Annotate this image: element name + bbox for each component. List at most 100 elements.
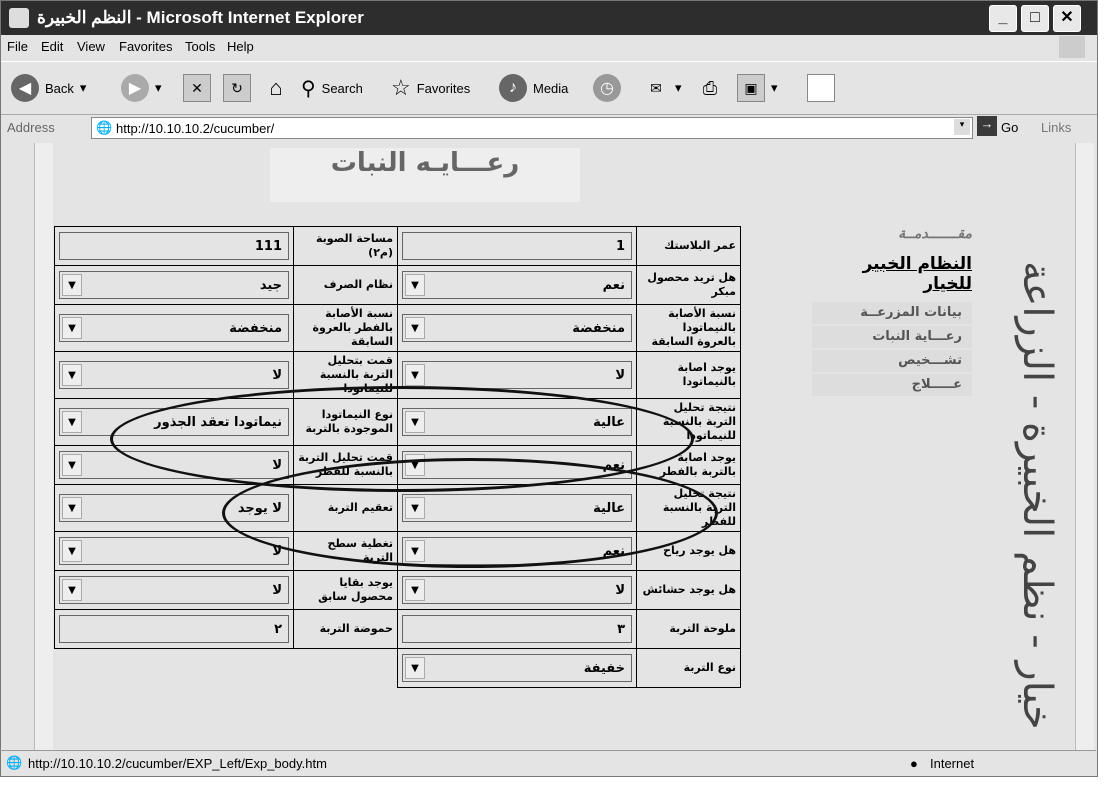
status-zone: Internet xyxy=(930,756,975,771)
field-value: لا xyxy=(615,367,625,383)
forward-button[interactable]: ▶ ▾ xyxy=(121,72,162,104)
field-value: جيد xyxy=(259,277,282,293)
sidebar-item-diagnosis[interactable]: تشـــخيص xyxy=(812,350,972,372)
field-label: يوجد اصابة بالنيماتودا xyxy=(636,351,741,399)
value-cell: لا ▼ xyxy=(397,570,637,610)
sidebar-item-plant-care[interactable]: رعـــاية النبات xyxy=(812,326,972,348)
field-value: لا xyxy=(615,582,625,598)
dropdown-arrow-icon[interactable]: ▼ xyxy=(62,317,82,339)
back-label: Back xyxy=(45,80,74,96)
dropdown-icon: ▾ xyxy=(771,80,778,95)
field-label xyxy=(294,649,398,688)
field-select[interactable]: جيد ▼ xyxy=(59,271,289,299)
field-select[interactable]: خفيفة ▼ xyxy=(402,654,632,682)
history-icon: ◷ xyxy=(593,74,621,102)
stop-button[interactable]: ✕ xyxy=(183,72,211,104)
table-row: نوع التربة خفيفة ▼ xyxy=(55,648,741,688)
print-button[interactable]: ⎙ xyxy=(697,72,723,104)
search-icon: ⚲ xyxy=(301,77,316,100)
dropdown-arrow-icon[interactable]: ▼ xyxy=(62,411,82,433)
value-cell: خفيفة ▼ xyxy=(397,648,637,688)
field-value: نعم xyxy=(602,277,625,293)
dropdown-arrow-icon[interactable]: ▼ xyxy=(62,497,82,519)
dropdown-arrow-icon[interactable]: ▼ xyxy=(62,540,82,562)
stop-icon: ✕ xyxy=(183,74,211,102)
field-select[interactable]: لا ▼ xyxy=(402,576,632,604)
dropdown-arrow-icon[interactable]: ▼ xyxy=(62,579,82,601)
menu-bar: File Edit View Favorites Tools Help xyxy=(1,35,1097,59)
search-button[interactable]: ⚲ Search xyxy=(301,72,363,104)
dropdown-arrow-icon[interactable]: ▼ xyxy=(405,579,425,601)
mail-icon: ✉ xyxy=(650,79,662,96)
menu-tools[interactable]: Tools xyxy=(185,39,215,54)
close-button[interactable]: ✕ xyxy=(1053,5,1081,32)
field-input[interactable]: ٢ xyxy=(59,615,289,643)
field-select[interactable]: لا ▼ xyxy=(59,576,289,604)
go-arrow-icon[interactable]: → xyxy=(977,116,997,136)
field-label: هل يوجد حشائش xyxy=(636,570,741,610)
field-input[interactable]: 111 xyxy=(59,232,289,260)
media-button[interactable]: ♪ Media xyxy=(499,72,568,104)
field-select[interactable]: لا ▼ xyxy=(59,361,289,389)
links-button[interactable]: Links xyxy=(1041,120,1071,135)
refresh-button[interactable]: ↻ xyxy=(223,72,251,104)
ie-icon xyxy=(9,8,29,28)
discuss-button[interactable] xyxy=(807,72,835,104)
favorites-button[interactable]: ☆ Favorites xyxy=(391,72,470,104)
discuss-icon xyxy=(807,74,835,102)
field-select[interactable]: لا ▼ xyxy=(59,537,289,565)
field-select[interactable]: منخفضة ▼ xyxy=(402,314,632,342)
dropdown-arrow-icon[interactable]: ▼ xyxy=(62,274,82,296)
history-button[interactable]: ◷ xyxy=(593,72,621,104)
edit-button[interactable]: ▣ ▾ xyxy=(737,72,778,104)
field-value: لا xyxy=(272,367,282,383)
sidebar-intro[interactable]: مقـــــــدمــة xyxy=(812,226,972,242)
field-label: مساحة الصوبة (م٢) xyxy=(293,226,398,266)
field-label: نسبة الأصابة بالفطر بالعروة السابقة xyxy=(293,304,398,352)
go-button[interactable]: Go xyxy=(1001,120,1018,135)
sidebar-item-treatment[interactable]: عـــــلاج xyxy=(812,374,972,396)
dropdown-arrow-icon[interactable]: ▼ xyxy=(405,364,425,386)
dropdown-arrow-icon[interactable]: ▼ xyxy=(405,274,425,296)
back-arrow-icon: ◀ xyxy=(11,74,39,102)
value-cell: ٣ xyxy=(397,609,637,649)
field-label: نسبة الأصابة بالنيماتودا بالعروة السابقة xyxy=(636,304,741,352)
minimize-button[interactable]: _ xyxy=(989,5,1017,32)
field-select[interactable]: منخفضة ▼ xyxy=(59,314,289,342)
field-value: منخفضة xyxy=(572,320,625,336)
field-value: 111 xyxy=(254,238,282,254)
value-cell: منخفضة ▼ xyxy=(54,304,294,352)
mail-button[interactable]: ✉ ▾ xyxy=(643,72,681,104)
edit-icon: ▣ xyxy=(737,74,765,102)
dropdown-arrow-icon[interactable]: ▼ xyxy=(405,317,425,339)
field-value: منخفضة xyxy=(229,320,282,336)
address-dropdown-icon[interactable]: ▾ xyxy=(954,119,970,135)
menu-view[interactable]: View xyxy=(77,39,105,54)
dropdown-icon: ▾ xyxy=(79,80,87,95)
dropdown-arrow-icon[interactable]: ▼ xyxy=(62,454,82,476)
menu-edit[interactable]: Edit xyxy=(41,39,63,54)
field-input[interactable]: 1 xyxy=(402,232,632,260)
vertical-title: خيار - نظم الخبيرة - الزراعة xyxy=(1014,261,1060,730)
field-label: هل تريد محصول مبكر xyxy=(636,265,741,305)
dropdown-arrow-icon[interactable]: ▼ xyxy=(62,364,82,386)
left-frame-scrollbar[interactable] xyxy=(34,143,53,750)
menu-favorites[interactable]: Favorites xyxy=(119,39,172,54)
field-input[interactable]: ٣ xyxy=(402,615,632,643)
sidebar-title[interactable]: النظام الخبير للخيار xyxy=(812,254,972,294)
menu-file[interactable]: File xyxy=(7,39,28,54)
home-button[interactable]: ⌂ xyxy=(263,72,289,104)
back-button[interactable]: ◀ Back ▾ xyxy=(11,72,86,104)
table-row: نسبة الأصابة بالنيماتودا بالعروة السابقة… xyxy=(54,304,741,352)
address-input[interactable]: 🌐 http://10.10.10.2/cucumber/ ▾ xyxy=(91,117,973,139)
field-label: نوع التربة xyxy=(636,648,741,688)
dropdown-arrow-icon[interactable]: ▼ xyxy=(405,657,425,679)
sidebar-item-farm-data[interactable]: بيانات المزرعــة xyxy=(812,302,972,324)
field-select[interactable]: نعم ▼ xyxy=(402,271,632,299)
toolbar: ◀ Back ▾ ▶ ▾ ✕ ↻ ⌂ ⚲ Search ☆ Favorites ♪ Medi… xyxy=(1,61,1097,115)
menu-help[interactable]: Help xyxy=(227,39,254,54)
maximize-button[interactable]: □ xyxy=(1021,5,1049,32)
search-label: Search xyxy=(321,80,363,96)
right-frame-scrollbar[interactable] xyxy=(1075,143,1094,750)
field-select[interactable]: لا ▼ xyxy=(402,361,632,389)
